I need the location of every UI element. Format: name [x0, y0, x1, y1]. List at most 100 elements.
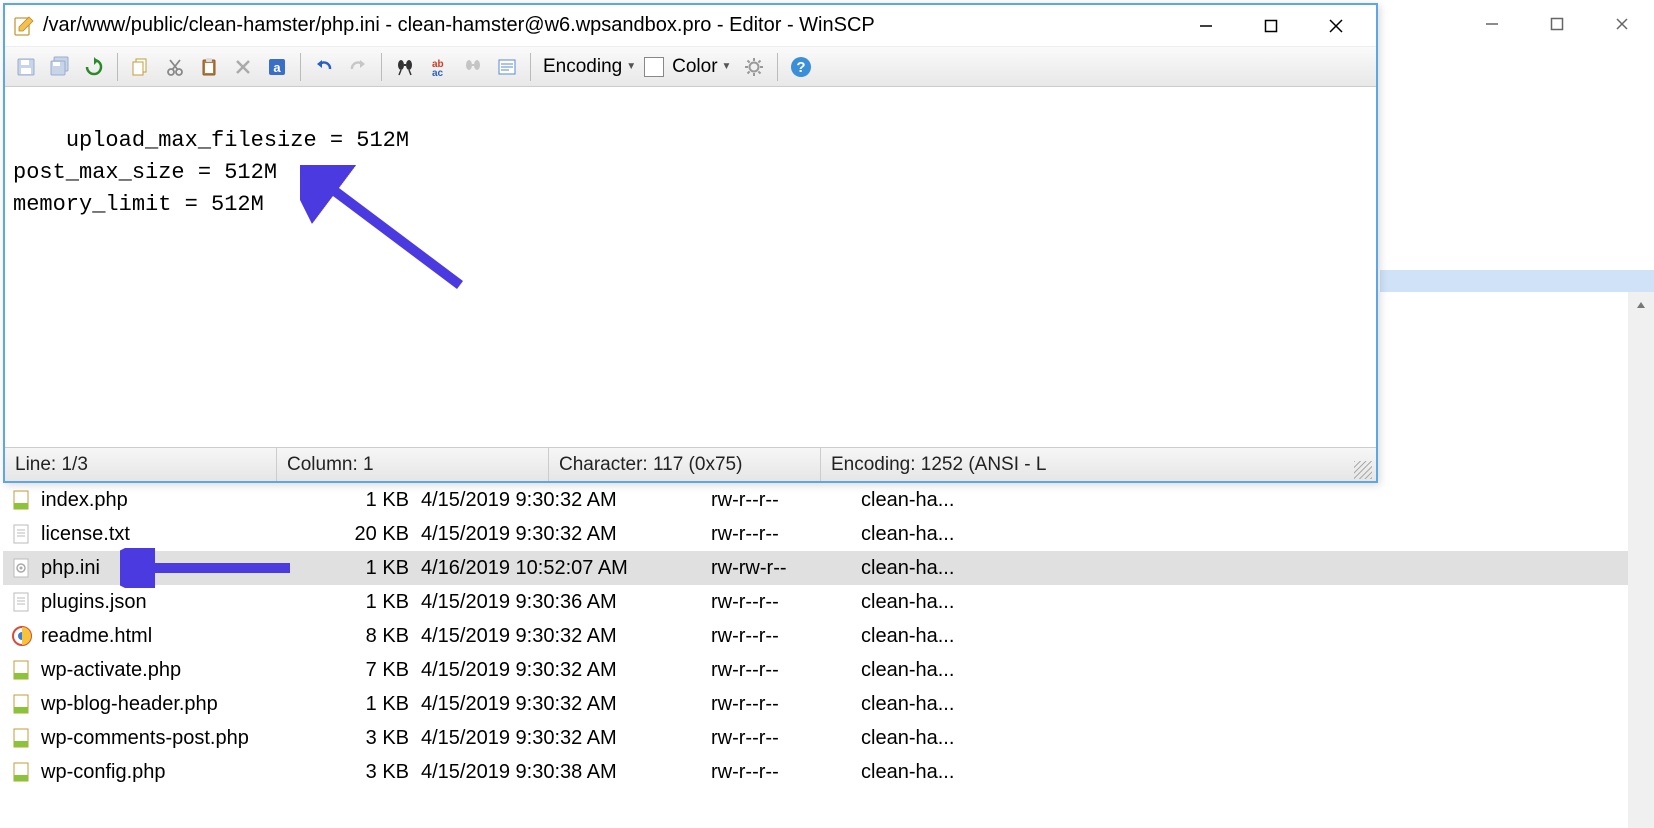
- file-name: wp-config.php: [41, 761, 166, 784]
- file-size: 20 KB: [311, 523, 421, 546]
- file-row[interactable]: plugins.json 1 KB4/15/2019 9:30:36 AMrw-r…: [3, 585, 1628, 619]
- file-permissions: rw-rw-r--: [711, 557, 861, 580]
- editor-minimize-button[interactable]: [1173, 5, 1238, 47]
- file-owner: clean-ha...: [861, 625, 1021, 648]
- file-date: 4/15/2019 9:30:32 AM: [421, 659, 711, 682]
- editor-text: upload_max_filesize = 512M post_max_size…: [13, 128, 409, 217]
- file-size: 3 KB: [311, 727, 421, 750]
- file-permissions: rw-r--r--: [711, 625, 861, 648]
- file-owner: clean-ha...: [861, 489, 1021, 512]
- file-row[interactable]: license.txt20 KB4/15/2019 9:30:32 AMrw-r…: [3, 517, 1628, 551]
- file-permissions: rw-r--r--: [711, 761, 861, 784]
- file-date: 4/15/2019 9:30:32 AM: [421, 727, 711, 750]
- file-row[interactable]: index.php 1 KB4/15/2019 9:30:32 AMrw-r--r…: [3, 483, 1628, 517]
- refresh-button[interactable]: [79, 52, 109, 82]
- file-permissions: rw-r--r--: [711, 693, 861, 716]
- file-icon: [11, 489, 33, 511]
- file-row[interactable]: wp-activate.php7 KB4/15/2019 9:30:32 AMr…: [3, 653, 1628, 687]
- status-column: Column: 1: [277, 448, 549, 481]
- file-size: 1 KB: [311, 693, 421, 716]
- file-row[interactable]: wp-blog-header.php1 KB4/15/2019 9:30:32 …: [3, 687, 1628, 721]
- annotation-arrow-icon: [300, 165, 480, 305]
- status-character: Character: 117 (0x75): [549, 448, 821, 481]
- file-owner: clean-ha...: [861, 693, 1021, 716]
- outer-minimize-button[interactable]: [1459, 0, 1524, 48]
- file-name: index.php: [41, 489, 128, 512]
- scroll-up-icon[interactable]: [1628, 292, 1654, 318]
- file-size: 1 KB: [311, 591, 421, 614]
- file-size: 1 KB: [311, 557, 421, 580]
- file-row[interactable]: wp-config.php3 KB4/15/2019 9:30:38 AMrw-…: [3, 755, 1628, 789]
- find-next-button[interactable]: [458, 52, 488, 82]
- vertical-scrollbar[interactable]: [1628, 292, 1654, 828]
- status-line: Line: 1/3: [5, 448, 277, 481]
- save-button[interactable]: [11, 52, 41, 82]
- editor-statusbar: Line: 1/3 Column: 1 Character: 117 (0x75…: [5, 447, 1376, 481]
- file-permissions: rw-r--r--: [711, 591, 861, 614]
- file-date: 4/15/2019 9:30:32 AM: [421, 489, 711, 512]
- chevron-down-icon: ▼: [722, 61, 732, 72]
- cut-button[interactable]: [160, 52, 190, 82]
- color-dropdown[interactable]: Color ▼: [668, 56, 735, 78]
- goto-button[interactable]: [492, 52, 522, 82]
- chevron-down-icon: ▼: [626, 61, 636, 72]
- file-permissions: rw-r--r--: [711, 489, 861, 512]
- file-date: 4/15/2019 9:30:36 AM: [421, 591, 711, 614]
- file-permissions: rw-r--r--: [711, 523, 861, 546]
- file-icon: [11, 557, 33, 579]
- select-all-button[interactable]: a: [262, 52, 292, 82]
- editor-window: /var/www/public/clean-hamster/php.ini - …: [3, 3, 1378, 483]
- outer-maximize-button[interactable]: [1524, 0, 1589, 48]
- help-button[interactable]: ?: [786, 52, 816, 82]
- save-all-button[interactable]: [45, 52, 75, 82]
- toolbar-separator: [117, 53, 118, 81]
- file-row[interactable]: wp-comments-post.php 3 KB4/15/2019 9:30:3…: [3, 721, 1628, 755]
- encoding-label: Encoding: [543, 56, 622, 78]
- copy-button[interactable]: [126, 52, 156, 82]
- editor-text-area[interactable]: upload_max_filesize = 512M post_max_size…: [5, 87, 1376, 447]
- file-name: php.ini: [41, 557, 100, 580]
- file-icon: [11, 625, 33, 647]
- svg-text:?: ?: [797, 59, 806, 76]
- background-accent: [1380, 270, 1654, 292]
- encoding-dropdown[interactable]: Encoding ▼: [539, 56, 640, 78]
- file-size: 8 KB: [311, 625, 421, 648]
- outer-window-controls: [1459, 0, 1654, 48]
- delete-button[interactable]: [228, 52, 258, 82]
- file-name: wp-comments-post.php: [41, 727, 249, 750]
- outer-close-button[interactable]: [1589, 0, 1654, 48]
- editor-window-controls: [1173, 5, 1368, 47]
- file-date: 4/16/2019 10:52:07 AM: [421, 557, 711, 580]
- file-icon: [11, 693, 33, 715]
- file-row[interactable]: php.ini 1 KB4/16/2019 10:52:07 AMrw-rw-r-…: [3, 551, 1628, 585]
- redo-button[interactable]: [343, 52, 373, 82]
- editor-titlebar[interactable]: /var/www/public/clean-hamster/php.ini - …: [5, 5, 1376, 47]
- file-date: 4/15/2019 9:30:32 AM: [421, 693, 711, 716]
- file-date: 4/15/2019 9:30:38 AM: [421, 761, 711, 784]
- svg-text:a: a: [273, 60, 281, 75]
- file-size: 1 KB: [311, 489, 421, 512]
- file-name: plugins.json: [41, 591, 147, 614]
- color-swatch[interactable]: [644, 57, 664, 77]
- paste-button[interactable]: [194, 52, 224, 82]
- editor-close-button[interactable]: [1303, 5, 1368, 47]
- replace-button[interactable]: abac: [424, 52, 454, 82]
- editor-maximize-button[interactable]: [1238, 5, 1303, 47]
- file-size: 7 KB: [311, 659, 421, 682]
- file-owner: clean-ha...: [861, 591, 1021, 614]
- file-permissions: rw-r--r--: [711, 727, 861, 750]
- file-icon: [11, 761, 33, 783]
- file-row[interactable]: readme.html8 KB4/15/2019 9:30:32 AMrw-r-…: [3, 619, 1628, 653]
- file-date: 4/15/2019 9:30:32 AM: [421, 625, 711, 648]
- settings-button[interactable]: [739, 52, 769, 82]
- file-owner: clean-ha...: [861, 727, 1021, 750]
- file-name: wp-activate.php: [41, 659, 181, 682]
- toolbar-separator: [777, 53, 778, 81]
- find-button[interactable]: [390, 52, 420, 82]
- resize-grip-icon[interactable]: [1354, 461, 1372, 479]
- file-icon: [11, 659, 33, 681]
- undo-button[interactable]: [309, 52, 339, 82]
- file-date: 4/15/2019 9:30:32 AM: [421, 523, 711, 546]
- file-icon: [11, 591, 33, 613]
- file-list: index.php1 KB4/15/2019 9:30:32 AMrw-r--r…: [3, 483, 1628, 789]
